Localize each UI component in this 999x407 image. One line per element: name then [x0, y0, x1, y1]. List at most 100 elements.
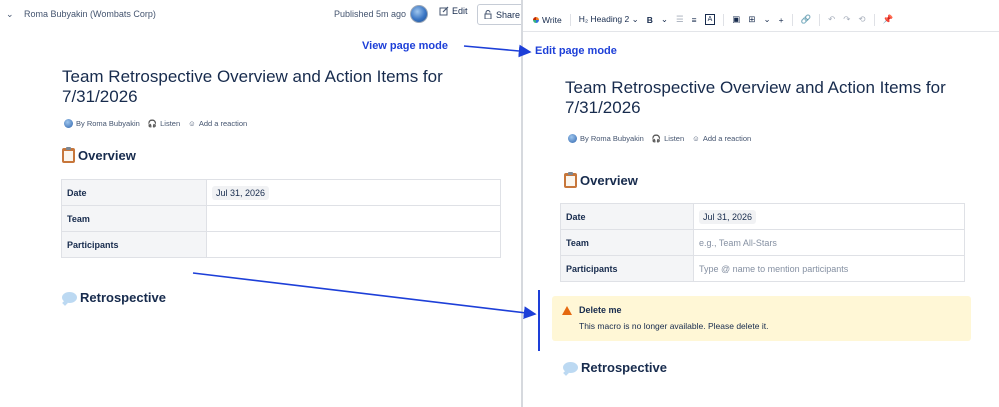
smiley-icon: ☺: [692, 134, 700, 143]
globe-icon: [64, 119, 73, 128]
listen-button[interactable]: 🎧 Listen: [652, 134, 684, 143]
space-name[interactable]: Roma Bubyakin (Wombats Corp): [24, 9, 156, 19]
format-more-icon[interactable]: ⌄: [661, 14, 668, 25]
table-header-cell: Date: [61, 179, 207, 206]
overview-table: Date Jul 31, 2026 Team Participants: [61, 179, 501, 258]
chevron-down-icon[interactable]: ⌄: [763, 14, 770, 25]
history-icon[interactable]: ⟲: [858, 14, 865, 25]
link-icon[interactable]: 🔗: [801, 14, 812, 25]
pin-icon[interactable]: 📌: [883, 14, 894, 25]
edit-button[interactable]: Edit: [439, 6, 468, 16]
add-reaction-button[interactable]: ☺ Add a reaction: [188, 119, 247, 128]
warning-icon: [562, 306, 572, 315]
date-chip[interactable]: Jul 31, 2026: [212, 185, 270, 200]
speech-bubble-icon: [563, 362, 578, 373]
retrospective-heading-text: Retrospective: [80, 290, 166, 305]
reaction-label: Add a reaction: [702, 134, 752, 143]
byline: By Roma Bubyakin 🎧 Listen ☺ Add a reaction: [64, 119, 247, 128]
table-cell: Jul 31, 2026: [206, 179, 501, 206]
view-mode-panel: ⌄ Roma Bubyakin (Wombats Corp) Published…: [0, 0, 525, 407]
pencil-icon: [439, 6, 449, 16]
participants-field[interactable]: Type @ name to mention participants: [693, 255, 965, 282]
bullet-list-icon[interactable]: ☰: [676, 14, 684, 25]
align-icon[interactable]: ≡: [692, 15, 697, 25]
divider: [791, 13, 793, 26]
divider: [723, 13, 725, 26]
byline: By Roma Bubyakin 🎧 Listen ☺ Add a reaction: [568, 134, 751, 143]
share-button[interactable]: Share: [477, 4, 525, 25]
headphones-icon: 🎧: [147, 119, 158, 128]
byline-author[interactable]: By Roma Bubyakin: [64, 119, 140, 128]
listen-label: Listen: [664, 134, 685, 143]
overview-heading[interactable]: Overview: [564, 172, 638, 188]
listen-label: Listen: [160, 119, 181, 128]
table-row: Date Jul 31, 2026: [61, 179, 501, 206]
table-header-cell[interactable]: Date: [560, 203, 694, 230]
clipboard-icon: [564, 172, 577, 188]
smiley-icon: ☺: [188, 119, 196, 128]
team-field[interactable]: e.g., Team All-Stars: [693, 229, 965, 256]
undo-icon[interactable]: ↶: [828, 14, 835, 25]
warning-title: Delete me: [579, 305, 622, 315]
table-cell: [206, 205, 501, 232]
bold-button[interactable]: B: [647, 15, 653, 25]
edit-mode-panel: Write H₂ Heading 2 ⌄ B ⌄ ☰ ≡ A ▣ ⊞ ⌄ + 🔗…: [521, 0, 999, 407]
reaction-label: Add a reaction: [198, 119, 248, 128]
table-header-cell[interactable]: Participants: [560, 255, 694, 282]
listen-button[interactable]: 🎧 Listen: [148, 119, 180, 128]
overview-heading-text: Overview: [580, 173, 638, 188]
divider: [569, 13, 571, 26]
author-label: By Roma Bubyakin: [76, 119, 140, 128]
view-mode-annotation: View page mode: [362, 40, 448, 52]
clipboard-icon: [62, 147, 75, 163]
redo-icon[interactable]: ↷: [843, 14, 850, 25]
ai-icon: [533, 16, 539, 23]
edit-mode-annotation: Edit page mode: [535, 45, 617, 57]
editor-toolbar: Write H₂ Heading 2 ⌄ B ⌄ ☰ ≡ A ▣ ⊞ ⌄ + 🔗…: [523, 8, 999, 32]
lock-icon: [484, 10, 492, 19]
overview-heading: Overview: [62, 147, 136, 163]
heading-select[interactable]: H₂ Heading 2 ⌄: [579, 14, 639, 25]
warning-body: This macro is no longer available. Pleas…: [579, 321, 769, 331]
headphones-icon: 🎧: [651, 134, 662, 143]
warning-panel[interactable]: Delete me This macro is no longer availa…: [552, 296, 971, 341]
date-chip[interactable]: Jul 31, 2026: [699, 209, 757, 224]
table-row: Date Jul 31, 2026: [560, 203, 965, 230]
text-style-icon: H₂: [578, 14, 591, 24]
view-header-bar: ⌄ Roma Bubyakin (Wombats Corp) Published…: [0, 0, 525, 30]
table-row: Participants: [61, 231, 501, 258]
avatar[interactable]: [410, 5, 428, 23]
share-button-label: Share: [496, 9, 521, 20]
add-reaction-button[interactable]: ☺ Add a reaction: [692, 134, 751, 143]
divider: [873, 13, 875, 26]
write-button[interactable]: Write: [533, 15, 562, 25]
overview-table: Date Jul 31, 2026 Team e.g., Team All-St…: [560, 203, 965, 282]
table-icon[interactable]: ⊞: [748, 14, 755, 25]
table-row: Participants Type @ name to mention part…: [560, 255, 965, 282]
write-label: Write: [542, 14, 562, 25]
page-title-editable[interactable]: Team Retrospective Overview and Action I…: [565, 78, 975, 118]
retrospective-heading-text: Retrospective: [581, 360, 667, 375]
team-placeholder: e.g., Team All-Stars: [699, 237, 777, 248]
annotation-guide-line: [538, 290, 540, 351]
retrospective-heading: Retrospective: [62, 290, 166, 305]
image-icon[interactable]: ▣: [732, 14, 740, 25]
table-cell: [206, 231, 501, 258]
table-header-cell: Participants: [61, 231, 207, 258]
table-cell[interactable]: Jul 31, 2026: [693, 203, 965, 230]
divider: [819, 13, 821, 26]
chevron-down-icon[interactable]: ⌄: [6, 9, 14, 20]
author-label: By Roma Bubyakin: [580, 134, 644, 143]
retrospective-heading[interactable]: Retrospective: [563, 360, 667, 375]
page-title: Team Retrospective Overview and Action I…: [62, 67, 443, 106]
globe-icon: [568, 134, 577, 143]
table-row: Team: [61, 205, 501, 232]
speech-bubble-icon: [62, 292, 77, 303]
byline-author[interactable]: By Roma Bubyakin: [568, 134, 644, 143]
published-status[interactable]: Published 5m ago: [334, 9, 406, 19]
insert-button[interactable]: +: [779, 15, 784, 25]
text-color-button[interactable]: A: [704, 14, 716, 25]
participants-placeholder: Type @ name to mention participants: [699, 263, 849, 274]
table-header-cell[interactable]: Team: [560, 229, 694, 256]
table-header-cell: Team: [61, 205, 207, 232]
